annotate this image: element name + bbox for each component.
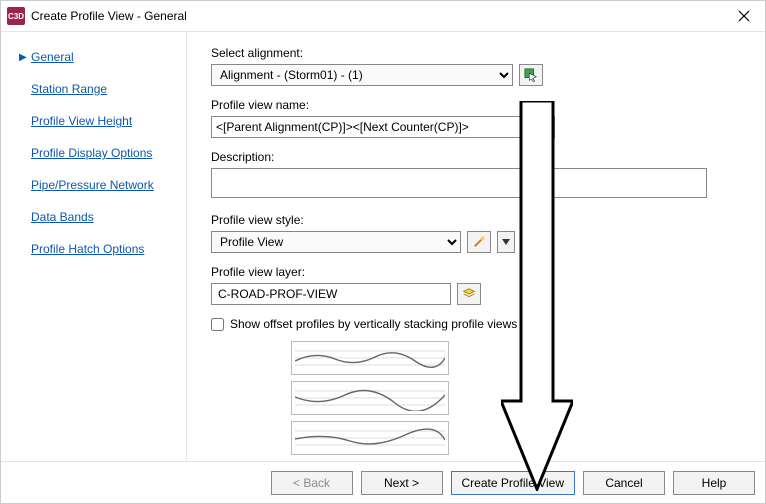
sidebar-item-label: Data Bands [31,210,94,224]
stacking-checkbox-row[interactable]: Show offset profiles by vertically stack… [211,317,745,331]
preview-icon [295,345,445,371]
preview-icon [295,425,445,451]
wizard-body: ▶ General ▶ Station Range ▶ Profile View… [1,31,765,461]
pick-from-drawing-icon [524,68,538,82]
field-select-alignment: Select alignment: Alignment - (Storm01) … [211,46,745,86]
close-icon [738,10,750,22]
alignment-select[interactable]: Alignment - (Storm01) - (1) [211,64,513,86]
sidebar-item-station-range[interactable]: ▶ Station Range [19,82,176,96]
sidebar-item-label: Profile Display Options [31,146,152,160]
close-button[interactable] [729,4,759,28]
stacking-checkbox[interactable] [211,318,224,331]
sidebar-item-label: Profile View Height [31,114,132,128]
sidebar-item-label: Station Range [31,82,107,96]
wand-icon [472,235,486,249]
cancel-button[interactable]: Cancel [583,471,665,495]
stacking-preview-1 [291,341,449,375]
window-title: Create Profile View - General [31,9,729,23]
sidebar-item-label: Profile Hatch Options [31,242,144,256]
wizard-window: C3D Create Profile View - General ▶ Gene… [0,0,766,504]
stacking-previews [291,341,745,455]
sidebar-item-pipe-pressure-network[interactable]: ▶ Pipe/Pressure Network [19,178,176,192]
stacking-preview-3 [291,421,449,455]
sidebar-item-general[interactable]: ▶ General [19,50,176,64]
name-template-button[interactable] [531,116,555,138]
stacking-checkbox-label: Show offset profiles by vertically stack… [230,317,517,331]
layer-pick-button[interactable] [457,283,481,305]
field-profile-view-style: Profile view style: Profile View [211,213,745,253]
sidebar-item-label: General [31,50,74,64]
profile-view-layer-value: C-ROAD-PROF-VIEW [211,283,451,305]
next-button[interactable]: Next > [361,471,443,495]
back-button: < Back [271,471,353,495]
profile-view-style-select[interactable]: Profile View [211,231,461,253]
style-edit-button[interactable] [467,231,491,253]
name-template-icon [536,120,550,134]
profile-view-name-label: Profile view name: [211,98,745,112]
create-profile-view-button[interactable]: Create Profile View [451,471,576,495]
chevron-right-icon: ▶ [19,52,29,63]
chevron-down-icon [502,239,510,245]
profile-view-name-input[interactable] [211,116,521,138]
wizard-footer: < Back Next > Create Profile View Cancel… [1,461,765,503]
stacking-preview-2 [291,381,449,415]
sidebar-item-profile-hatch-options[interactable]: ▶ Profile Hatch Options [19,242,176,256]
sidebar-item-profile-display-options[interactable]: ▶ Profile Display Options [19,146,176,160]
profile-view-style-label: Profile view style: [211,213,745,227]
field-profile-view-layer: Profile view layer: C-ROAD-PROF-VIEW [211,265,745,305]
pick-alignment-button[interactable] [519,64,543,86]
preview-icon [295,385,445,411]
sidebar-item-profile-view-height[interactable]: ▶ Profile View Height [19,114,176,128]
help-button[interactable]: Help [673,471,755,495]
select-alignment-label: Select alignment: [211,46,745,60]
profile-view-layer-label: Profile view layer: [211,265,745,279]
field-description: Description: [211,150,745,201]
field-profile-view-name: Profile view name: [211,98,745,138]
style-dropdown-button[interactable] [497,231,515,253]
content-pane: Select alignment: Alignment - (Storm01) … [187,32,765,461]
titlebar: C3D Create Profile View - General [1,1,765,31]
app-icon: C3D [7,7,25,25]
sidebar-item-data-bands[interactable]: ▶ Data Bands [19,210,176,224]
sidebar: ▶ General ▶ Station Range ▶ Profile View… [1,32,187,461]
layers-icon [462,287,476,301]
description-input[interactable] [211,168,707,198]
description-label: Description: [211,150,745,164]
sidebar-item-label: Pipe/Pressure Network [31,178,154,192]
